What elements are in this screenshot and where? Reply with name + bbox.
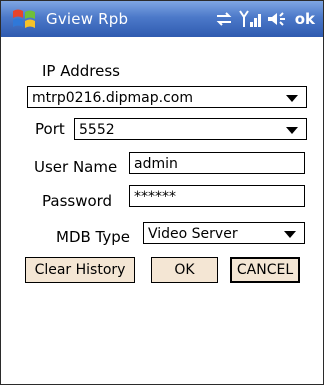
windows-start-icon[interactable] bbox=[11, 7, 37, 31]
port-dropdown[interactable]: 5552 bbox=[74, 118, 307, 140]
connectivity-icon[interactable] bbox=[215, 12, 233, 26]
chevron-down-icon[interactable] bbox=[286, 127, 298, 134]
app-title: Gview Rpb bbox=[46, 10, 129, 28]
title-bar: Gview Rpb ok bbox=[1, 1, 323, 37]
port-value: 5552 bbox=[79, 122, 115, 138]
title-ok-button[interactable]: ok bbox=[295, 10, 315, 28]
speaker-icon[interactable] bbox=[267, 11, 287, 27]
mdb-type-dropdown[interactable]: Video Server bbox=[143, 222, 305, 244]
port-label: Port bbox=[35, 120, 65, 138]
password-label: Password bbox=[42, 192, 113, 210]
chevron-down-icon[interactable] bbox=[284, 231, 296, 238]
username-label: User Name bbox=[34, 158, 118, 176]
password-field[interactable]: ****** bbox=[129, 185, 305, 207]
cancel-button[interactable]: CANCEL bbox=[230, 257, 300, 283]
ok-button[interactable]: OK bbox=[151, 257, 218, 283]
username-value: admin bbox=[134, 156, 178, 172]
password-value: ****** bbox=[134, 189, 176, 205]
ip-address-value: mtrp0216.dipmap.com bbox=[32, 90, 193, 106]
mdb-type-value: Video Server bbox=[148, 226, 238, 242]
status-icons: ok bbox=[215, 7, 315, 31]
ip-address-label: IP Address bbox=[42, 62, 120, 80]
signal-icon[interactable] bbox=[238, 10, 261, 28]
username-field[interactable]: admin bbox=[129, 152, 305, 174]
ip-address-dropdown[interactable]: mtrp0216.dipmap.com bbox=[27, 86, 307, 108]
clear-history-button[interactable]: Clear History bbox=[25, 257, 135, 283]
chevron-down-icon[interactable] bbox=[286, 95, 298, 102]
mdb-type-label: MDB Type bbox=[56, 228, 131, 246]
